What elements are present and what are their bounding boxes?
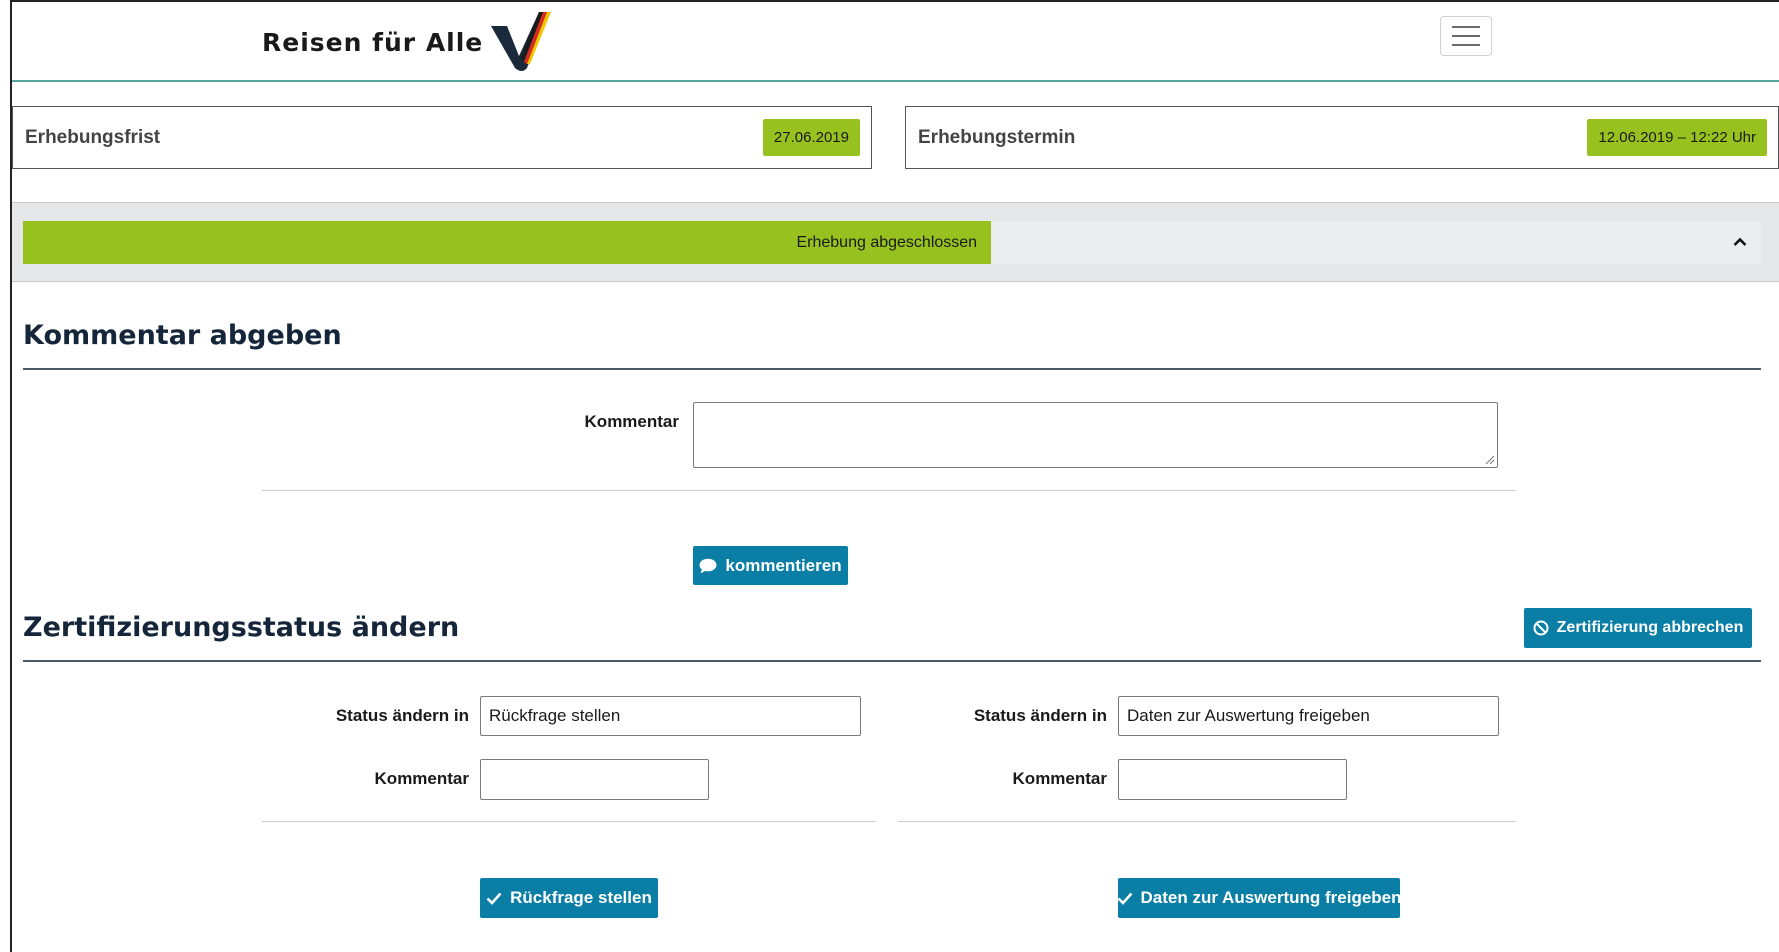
resize-grip-icon[interactable] — [1483, 453, 1495, 465]
right-status-label: Status ändern in — [973, 706, 1107, 725]
appointment-label: Erhebungstermin — [918, 126, 1076, 148]
release-data-label: Daten zur Auswertung freigeben — [1140, 888, 1402, 907]
left-comment-label: Kommentar — [374, 769, 469, 788]
appointment-badge: 12.06.2019 – 12:22 Uhr — [1587, 119, 1767, 156]
cert-section-divider — [23, 660, 1761, 662]
brand[interactable]: Reisen für Alle — [262, 12, 555, 72]
menu-toggle-button[interactable] — [1440, 16, 1492, 56]
cancel-certification-button[interactable]: Zertifizierung abbrechen — [1524, 608, 1752, 648]
comment-form-divider — [262, 490, 1516, 491]
right-comment-input[interactable] — [1118, 759, 1347, 800]
deadline-card: Erhebungsfrist 27.06.2019 — [12, 106, 872, 169]
status-label: Erhebung abgeschlossen — [796, 233, 978, 251]
app-window: Reisen für Alle Erhebungsfrist 27.06.201… — [10, 0, 1779, 952]
comment-textarea[interactable] — [693, 402, 1498, 468]
prohibited-icon — [1533, 620, 1549, 636]
right-status-select[interactable]: Daten zur Auswertung freigeben — [1118, 696, 1499, 736]
check-icon — [1117, 892, 1132, 905]
hamburger-icon — [1452, 26, 1480, 28]
check-icon — [486, 892, 502, 905]
appointment-card: Erhebungstermin 12.06.2019 – 12:22 Uhr — [905, 106, 1779, 169]
right-form-divider — [898, 821, 1516, 822]
comment-submit-label: kommentieren — [725, 555, 842, 575]
cert-section-title: Zertifizierungsstatus ändern — [23, 612, 460, 643]
collapse-toggle-button[interactable] — [1727, 229, 1753, 255]
brand-name: Reisen für Alle — [262, 27, 484, 57]
header: Reisen für Alle — [12, 2, 1779, 82]
cancel-certification-label: Zertifizierung abbrechen — [1556, 619, 1744, 636]
request-inquiry-button[interactable]: Rückfrage stellen — [480, 878, 658, 918]
release-data-button[interactable]: Daten zur Auswertung freigeben — [1117, 878, 1402, 918]
brand-logo-icon — [491, 12, 552, 71]
left-status-label: Status ändern in — [335, 706, 469, 725]
deadline-label: Erhebungsfrist — [25, 126, 161, 148]
comment-submit-button[interactable]: kommentieren — [693, 546, 848, 585]
comment-section-title: Kommentar abgeben — [23, 320, 342, 351]
left-comment-input[interactable] — [480, 759, 709, 800]
deadline-badge: 27.06.2019 — [762, 119, 860, 156]
request-inquiry-label: Rückfrage stellen — [510, 888, 652, 907]
comment-field-label: Kommentar — [584, 412, 679, 431]
chevron-up-icon — [1733, 237, 1747, 246]
left-status-select[interactable]: Rückfrage stellen — [480, 696, 861, 736]
comment-section-divider — [23, 368, 1761, 370]
status-panel: Erhebung abgeschlossen — [12, 202, 1779, 282]
status-progress-bar: Erhebung abgeschlossen — [23, 221, 1761, 264]
speech-bubble-icon — [699, 558, 717, 573]
left-form-divider — [262, 821, 876, 822]
right-comment-label: Kommentar — [1012, 769, 1107, 788]
status-progress-fill: Erhebung abgeschlossen — [23, 221, 992, 264]
